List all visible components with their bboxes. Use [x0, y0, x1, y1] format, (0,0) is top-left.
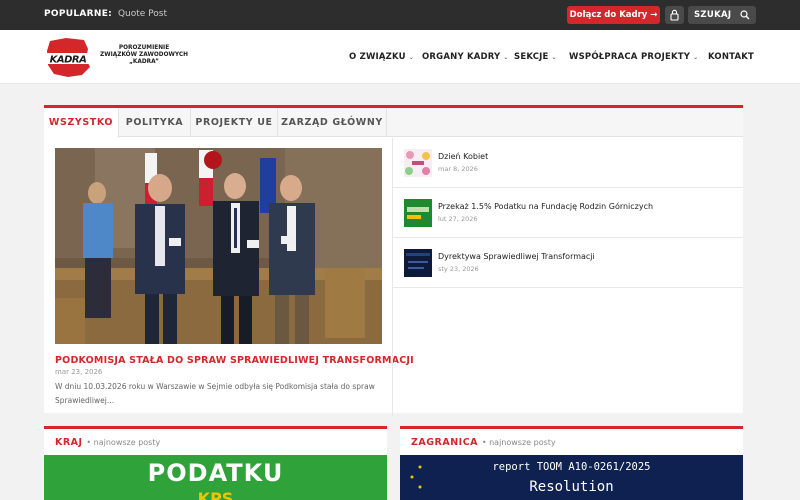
section-title[interactable]: ZAGRANICA • najnowsze posty [411, 437, 556, 448]
post-thumbnail[interactable] [404, 199, 432, 227]
kadra-logo[interactable]: KADRA [44, 35, 92, 79]
join-button[interactable]: Dołącz do Kadry → [567, 6, 660, 24]
list-item[interactable]: Dyrektywa Sprawiedliwej Transformacji st… [393, 238, 743, 288]
post-title[interactable]: Dzień Kobiet [438, 152, 488, 161]
featured-post-title[interactable]: PODKOMISJA STAŁA DO SPRAW SPRAWIEDLIWEJ … [55, 355, 414, 366]
search-icon[interactable] [740, 10, 750, 20]
post-date: mar 8, 2026 [438, 165, 478, 173]
org-name: POROZUMIENIE ZWIĄZKÓW ZAWODOWYCH „KADRA” [100, 45, 188, 65]
chevron-down-icon: ⌄ [408, 54, 415, 61]
list-item[interactable]: Dzień Kobiet mar 8, 2026 [393, 138, 743, 188]
chevron-down-icon: ⌄ [503, 54, 509, 61]
search-input[interactable]: SZUKAJ [688, 6, 756, 24]
chevron-down-icon: ⌄ [693, 54, 699, 61]
post-date: lut 27, 2026 [438, 215, 478, 223]
section-zagranica: ZAGRANICA • najnowsze posty report TOOM … [400, 426, 743, 500]
lock-icon [670, 9, 679, 21]
tab-wszystko[interactable]: WSZYSTKO [44, 108, 119, 138]
featured-post-excerpt: W dniu 10.03.2026 roku w Warszawie w Sej… [55, 382, 375, 405]
site-header: KADRA POROZUMIENIE ZWIĄZKÓW ZAWODOWYCH „… [0, 30, 800, 84]
post-title[interactable]: Dyrektywa Sprawiedliwej Transformacji [438, 252, 595, 261]
popular-link[interactable]: Quote Post [118, 9, 167, 19]
chevron-down-icon: ⌄ [551, 54, 557, 61]
section-title[interactable]: KRAJ • najnowsze posty [55, 437, 160, 448]
nav-sekcje[interactable]: SEKCJE ⌄ [514, 52, 557, 62]
post-thumbnail[interactable] [404, 149, 432, 177]
tab-zarzad-glowny[interactable]: ZARZĄD GŁÓWNY [278, 108, 387, 137]
nav-projekty[interactable]: PROJEKTY ⌄ [641, 52, 698, 62]
post-thumbnail[interactable] [404, 249, 432, 277]
nav-o-zwiazku[interactable]: O ZWIĄZKU ⌄ [349, 52, 414, 62]
nav-kontakt[interactable]: KONTAKT [708, 52, 754, 62]
popular-label: POPULARNE: [44, 9, 113, 19]
section-featured-image[interactable]: PODATKU KPS [44, 455, 387, 500]
nav-wspolpraca[interactable]: WSPÓŁPRACA [569, 52, 638, 62]
list-item[interactable]: Przekaż 1.5% Podatku na Fundację Rodzin … [393, 188, 743, 238]
search-label: SZUKAJ [694, 10, 732, 20]
section-featured-image[interactable]: report TOOM A10-0261/2025 Resolution [400, 455, 743, 500]
featured-image[interactable] [55, 148, 382, 344]
popular-ticker: POPULARNE: Quote Post [44, 9, 167, 19]
tab-polityka[interactable]: POLITYKA [119, 108, 191, 137]
category-tabs: WSZYSTKO POLITYKA PROJEKTY UE ZARZĄD GŁÓ… [44, 108, 743, 138]
post-date: sty 23, 2026 [438, 265, 479, 273]
section-kraj: KRAJ • najnowsze posty PODATKU KPS [44, 426, 387, 500]
svg-text:KADRA: KADRA [50, 55, 87, 66]
posts-tab-panel: WSZYSTKO POLITYKA PROJEKTY UE ZARZĄD GŁÓ… [44, 105, 743, 416]
login-button[interactable] [665, 6, 684, 24]
featured-post-date: mar 23, 2026 [55, 368, 103, 376]
tab-projekty-ue[interactable]: PROJEKTY UE [191, 108, 278, 137]
post-title[interactable]: Przekaż 1.5% Podatku na Fundację Rodzin … [438, 202, 653, 211]
nav-organy-kadry[interactable]: ORGANY KADRY ⌄ [422, 52, 509, 62]
top-bar: POPULARNE: Quote Post Dołącz do Kadry → … [0, 0, 800, 30]
